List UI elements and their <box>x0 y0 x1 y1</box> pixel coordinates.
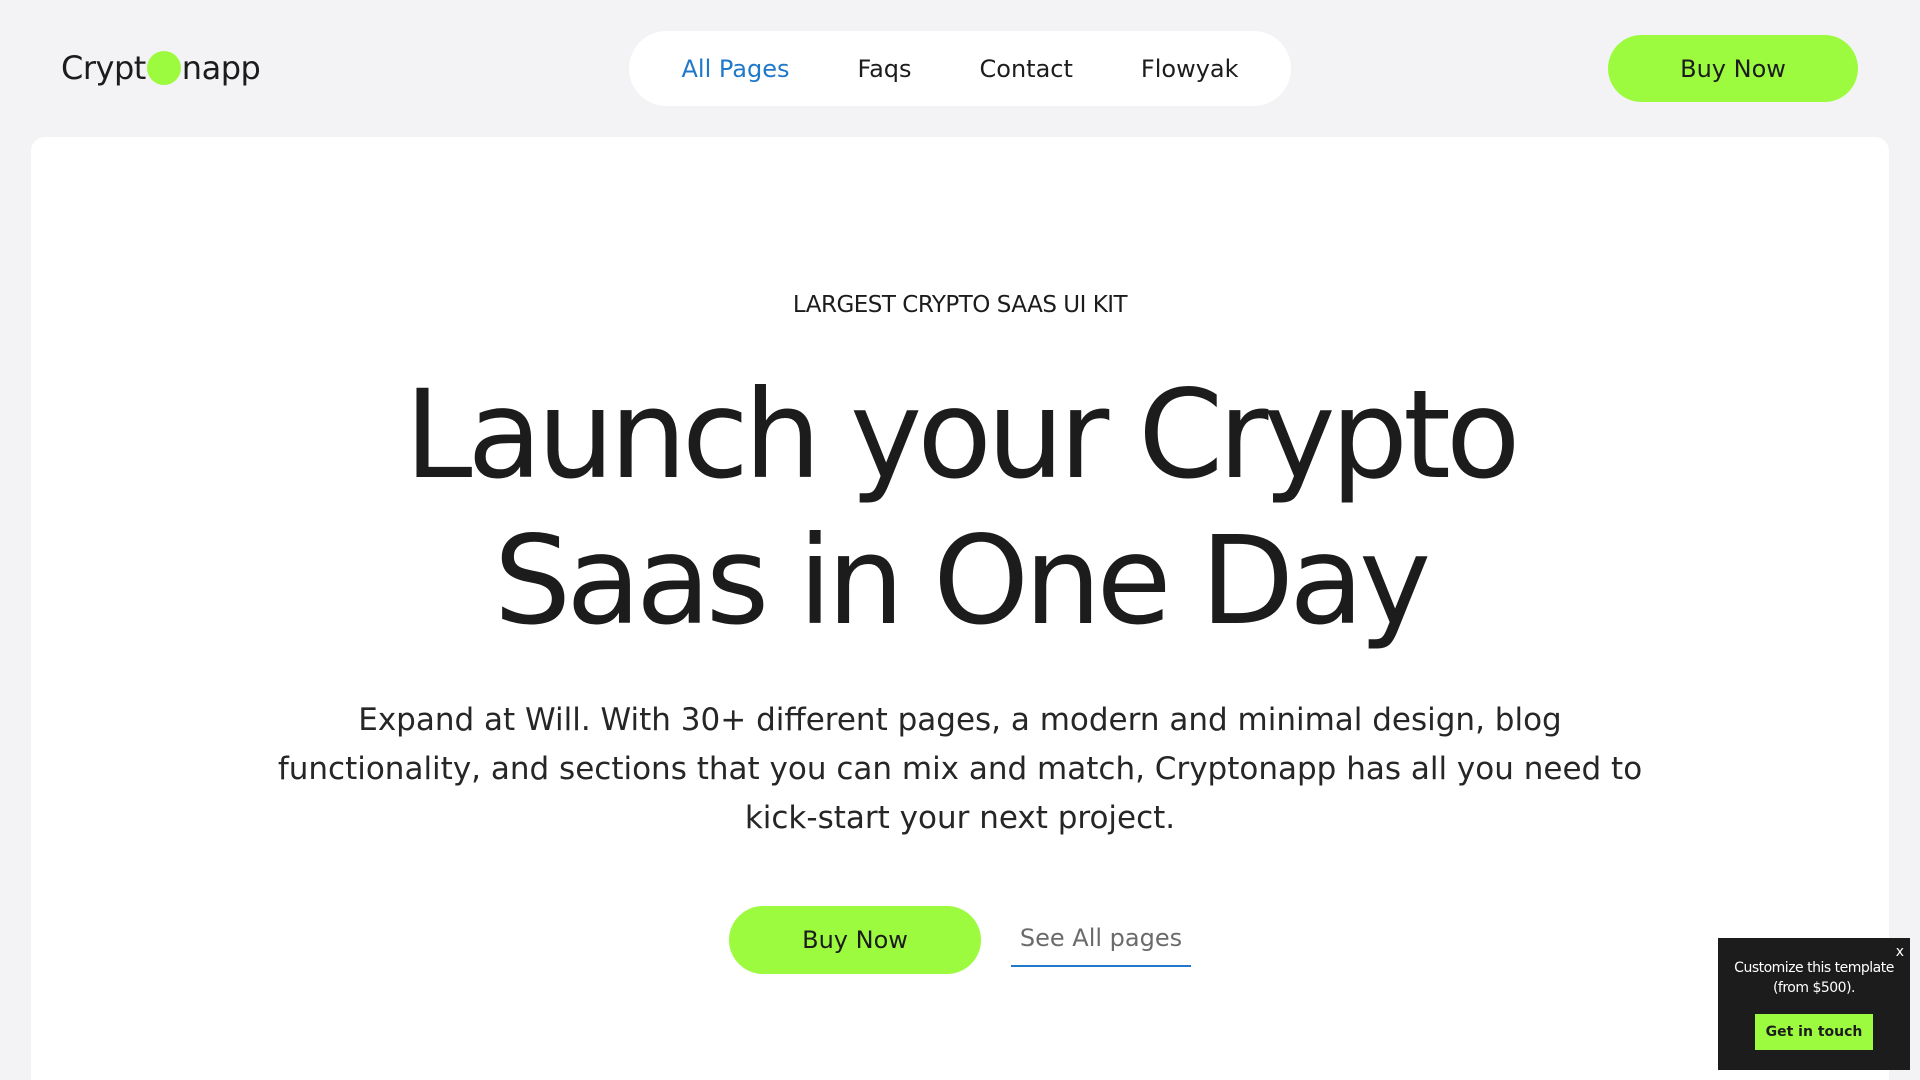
nav-item-all-pages[interactable]: All Pages <box>647 55 823 83</box>
logo-text-right: napp <box>181 49 261 87</box>
popup-text: Customize this template (from $500). <box>1728 958 1900 998</box>
nav-item-contact[interactable]: Contact <box>946 55 1107 83</box>
hero-headline: Launch your Crypto Saas in One Day <box>0 362 1920 654</box>
hero-headline-line2: Saas in One Day <box>493 510 1431 652</box>
hero-description: Expand at Will. With 30+ different pages… <box>277 702 1643 836</box>
hero-eyebrow: LARGEST CRYPTO SAAS UI KIT <box>792 292 1128 318</box>
customize-popup: x Customize this template (from $500). G… <box>1718 938 1910 1070</box>
main-nav: All Pages Faqs Contact Flowyak <box>629 31 1291 106</box>
hero-headline-line1: Launch your Crypto <box>404 364 1520 506</box>
hero-buy-now-button[interactable]: Buy Now <box>729 906 981 974</box>
logo-dot-icon <box>146 51 181 85</box>
popup-text-line1: Customize this template <box>1734 960 1894 976</box>
header-buy-now-button[interactable]: Buy Now <box>1608 35 1858 102</box>
see-all-pages-link[interactable]: See All pages <box>1011 920 1191 967</box>
logo[interactable]: Crypt napp <box>61 48 261 88</box>
popup-text-line2: (from $500). <box>1772 980 1856 996</box>
logo-text-left: Crypt <box>61 49 146 87</box>
nav-item-faqs[interactable]: Faqs <box>823 55 945 83</box>
nav-item-flowyak[interactable]: Flowyak <box>1107 55 1273 83</box>
get-in-touch-button[interactable]: Get in touch <box>1755 1014 1873 1050</box>
